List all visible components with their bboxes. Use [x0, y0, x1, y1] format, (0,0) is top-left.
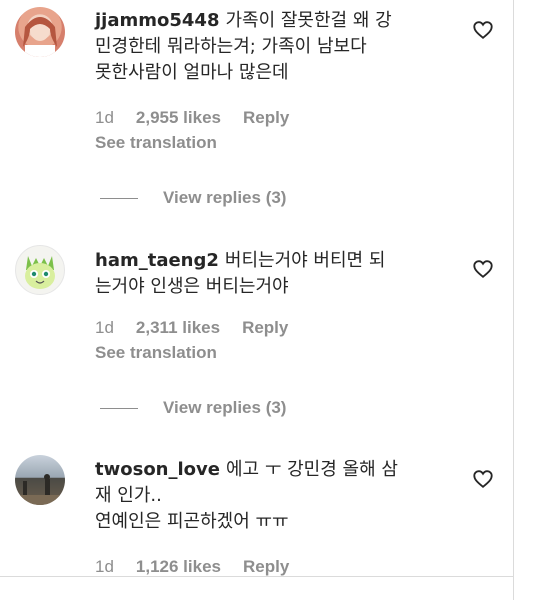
divider-line: [100, 198, 138, 200]
comment-body-line: 버티는거야 버티면 되: [224, 250, 386, 271]
comment-username[interactable]: ham_taeng2: [95, 250, 219, 271]
see-translation-link[interactable]: See translation: [95, 343, 217, 363]
comment-meta: 1d 2,955 likes Reply: [95, 108, 311, 128]
scrollbar-track[interactable]: [513, 0, 537, 600]
comment-body-line: 못한사람이 얼마나 많은데: [95, 62, 289, 83]
comment-text: ham_taeng2 버티는거야 버티면 되 는거야 인생은 버티는거야: [95, 248, 440, 300]
view-replies-button[interactable]: View replies (3): [100, 188, 286, 208]
avatar[interactable]: [15, 7, 65, 57]
comment-text: twoson_love 에고 ㅜ 강민경 올해 삼 재 인가.. 연예인은 피곤하…: [95, 457, 440, 535]
avatar-image: [25, 256, 55, 289]
comment-body-line: 가족이 잘못한걸 왜 강: [225, 10, 392, 31]
view-replies-button[interactable]: View replies (3): [100, 398, 286, 418]
reply-button[interactable]: Reply: [243, 557, 289, 577]
avatar[interactable]: [15, 455, 65, 505]
divider-line: [100, 408, 138, 410]
comment-likes[interactable]: 2,955 likes: [136, 108, 221, 128]
comment-body-line: 재 인가..: [95, 485, 162, 506]
comment-likes[interactable]: 1,126 likes: [136, 557, 221, 577]
comment-meta: 1d 2,311 likes Reply: [95, 318, 310, 338]
comment-text: jjammo5448 가족이 잘못한걸 왜 강 민경한테 뭐라하는겨; 가족이 남…: [95, 8, 440, 86]
comment-input-bar: [0, 576, 514, 601]
see-translation-link[interactable]: See translation: [95, 133, 217, 153]
reply-button[interactable]: Reply: [243, 108, 289, 128]
avatar-image: [15, 474, 65, 505]
comment-username[interactable]: jjammo5448: [95, 10, 219, 31]
comment-time[interactable]: 1d: [95, 318, 114, 338]
view-replies-label: View replies (3): [163, 398, 287, 417]
comment-body-line: 연예인은 피곤하겠어 ㅠㅠ: [95, 511, 289, 532]
comment-time[interactable]: 1d: [95, 108, 114, 128]
comment-body-line: 에고 ㅜ 강민경 올해 삼: [225, 459, 398, 480]
view-replies-label: View replies (3): [163, 188, 287, 207]
avatar-image: [23, 17, 57, 57]
comment-body-line: 는거야 인생은 버티는거야: [95, 276, 289, 297]
comment-meta: 1d 1,126 likes Reply: [95, 557, 311, 577]
reply-button[interactable]: Reply: [242, 318, 288, 338]
heart-outline-icon[interactable]: [472, 258, 494, 280]
comment-time[interactable]: 1d: [95, 557, 114, 577]
heart-outline-icon[interactable]: [472, 19, 494, 41]
heart-outline-icon[interactable]: [472, 468, 494, 490]
comment-body-line: 민경한테 뭐라하는겨; 가족이 남보다: [95, 36, 367, 57]
comment-likes[interactable]: 2,311 likes: [136, 318, 220, 338]
avatar[interactable]: [15, 245, 65, 295]
comment-username[interactable]: twoson_love: [95, 459, 220, 480]
